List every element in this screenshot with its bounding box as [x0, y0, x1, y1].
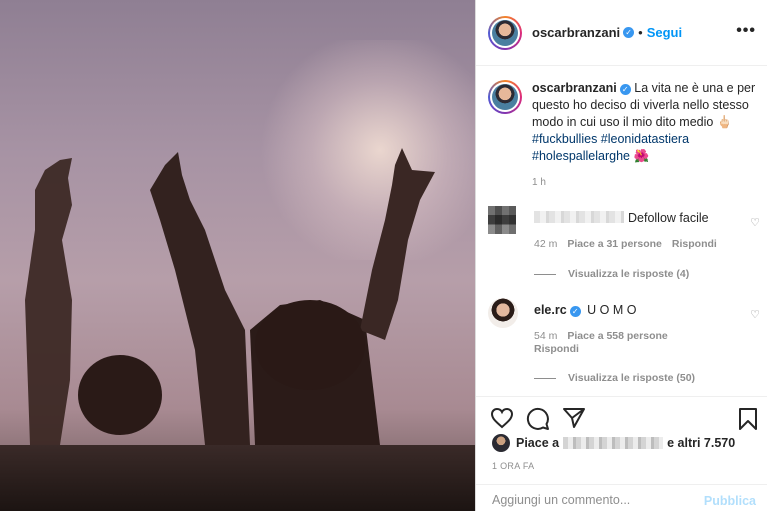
commenter-avatar-blurred[interactable]	[488, 206, 516, 234]
comment-meta: 54 m Piace a 558 persone	[534, 330, 668, 342]
commenter-username-blurred[interactable]	[534, 211, 624, 223]
view-replies-button[interactable]: Visualizza le risposte (50)	[534, 372, 695, 384]
comment-text-row: Defollow facile	[534, 211, 746, 225]
post-actions-bar	[476, 396, 767, 436]
comment-reply-row: Rispondi	[534, 343, 579, 355]
verified-badge-icon: ✓	[569, 306, 581, 317]
likes-summary[interactable]: Piace a e altri 7.570	[492, 434, 735, 452]
replies-divider-line	[534, 377, 556, 379]
post-timestamp: 1 ORA FA	[492, 461, 535, 471]
comment-text-row: ele.rc ✓ U O M O	[534, 303, 746, 317]
likes-prefix: Piace a	[516, 436, 560, 450]
publish-button[interactable]: Pubblica	[704, 494, 756, 508]
author-username[interactable]: oscarbranzani	[532, 25, 620, 40]
comment-time: 42 m	[534, 238, 558, 250]
post-photo[interactable]	[0, 0, 475, 511]
replies-divider-line	[534, 273, 556, 275]
photo-foreground-ledge	[0, 445, 475, 511]
commenter-username[interactable]: ele.rc	[534, 303, 567, 317]
comment-like-heart-icon[interactable]: ♡	[750, 216, 760, 229]
author-avatar[interactable]	[488, 15, 522, 50]
caption-author-avatar[interactable]	[488, 80, 522, 114]
comment-item: Defollow facile ♡ 42 m Piace a 31 persone…	[488, 204, 760, 284]
comment-icon[interactable]	[526, 407, 550, 431]
comment-likes-count[interactable]: Piace a 558 persone	[567, 330, 667, 342]
comment-reply-button[interactable]: Rispondi	[534, 343, 579, 355]
more-options-icon[interactable]: •••	[736, 22, 756, 40]
caption-hashtags-line-1[interactable]: #fuckbullies #leonidatastiera	[532, 131, 758, 148]
photo-silhouettes	[25, 148, 435, 445]
view-replies-label: Visualizza le risposte (4)	[568, 268, 690, 280]
comment-text: U O M O	[587, 303, 637, 317]
caption-time: 1 h	[532, 177, 546, 188]
verified-badge-icon: ✓	[619, 84, 631, 95]
bookmark-icon[interactable]	[738, 407, 758, 431]
likes-suffix: e altri 7.570	[667, 436, 736, 450]
share-icon[interactable]	[562, 407, 586, 429]
comment-likes-count[interactable]: Piace a 31 persone	[567, 238, 662, 250]
heart-icon[interactable]	[490, 407, 514, 429]
post-header: oscarbranzani ✓ • Segui •••	[476, 0, 767, 66]
add-comment-bar: Pubblica	[476, 484, 767, 511]
view-replies-button[interactable]: Visualizza le risposte (4)	[534, 268, 689, 280]
comment-text: Defollow facile	[628, 211, 709, 225]
view-replies-label: Visualizza le risposte (50)	[568, 372, 696, 384]
caption-hashtags-line-2[interactable]: #holespallelarghe 🌺	[532, 148, 758, 165]
comment-item: ele.rc ✓ U O M O ♡ 54 m Piace a 558 person…	[488, 298, 760, 388]
comment-time: 54 m	[534, 330, 558, 342]
follow-button[interactable]: Segui	[647, 25, 682, 40]
post-side-panel: oscarbranzani ✓ • Segui ••• oscarbranzan…	[475, 0, 767, 511]
commenter-avatar[interactable]	[488, 298, 518, 328]
comment-meta: 42 m Piace a 31 persone Rispondi	[534, 238, 717, 250]
liker-avatar	[492, 434, 510, 452]
liker-names-blurred	[563, 437, 664, 449]
post-caption: oscarbranzani ✓ La vita ne è una e per qu…	[488, 80, 760, 191]
comment-input[interactable]	[492, 493, 682, 507]
comment-like-heart-icon[interactable]: ♡	[750, 308, 760, 321]
separator-dot: •	[638, 25, 643, 40]
verified-badge-icon: ✓	[623, 27, 635, 38]
comment-reply-button[interactable]: Rispondi	[672, 238, 717, 250]
caption-body: oscarbranzani ✓ La vita ne è una e per qu…	[532, 80, 758, 191]
caption-username[interactable]: oscarbranzani	[532, 81, 617, 95]
